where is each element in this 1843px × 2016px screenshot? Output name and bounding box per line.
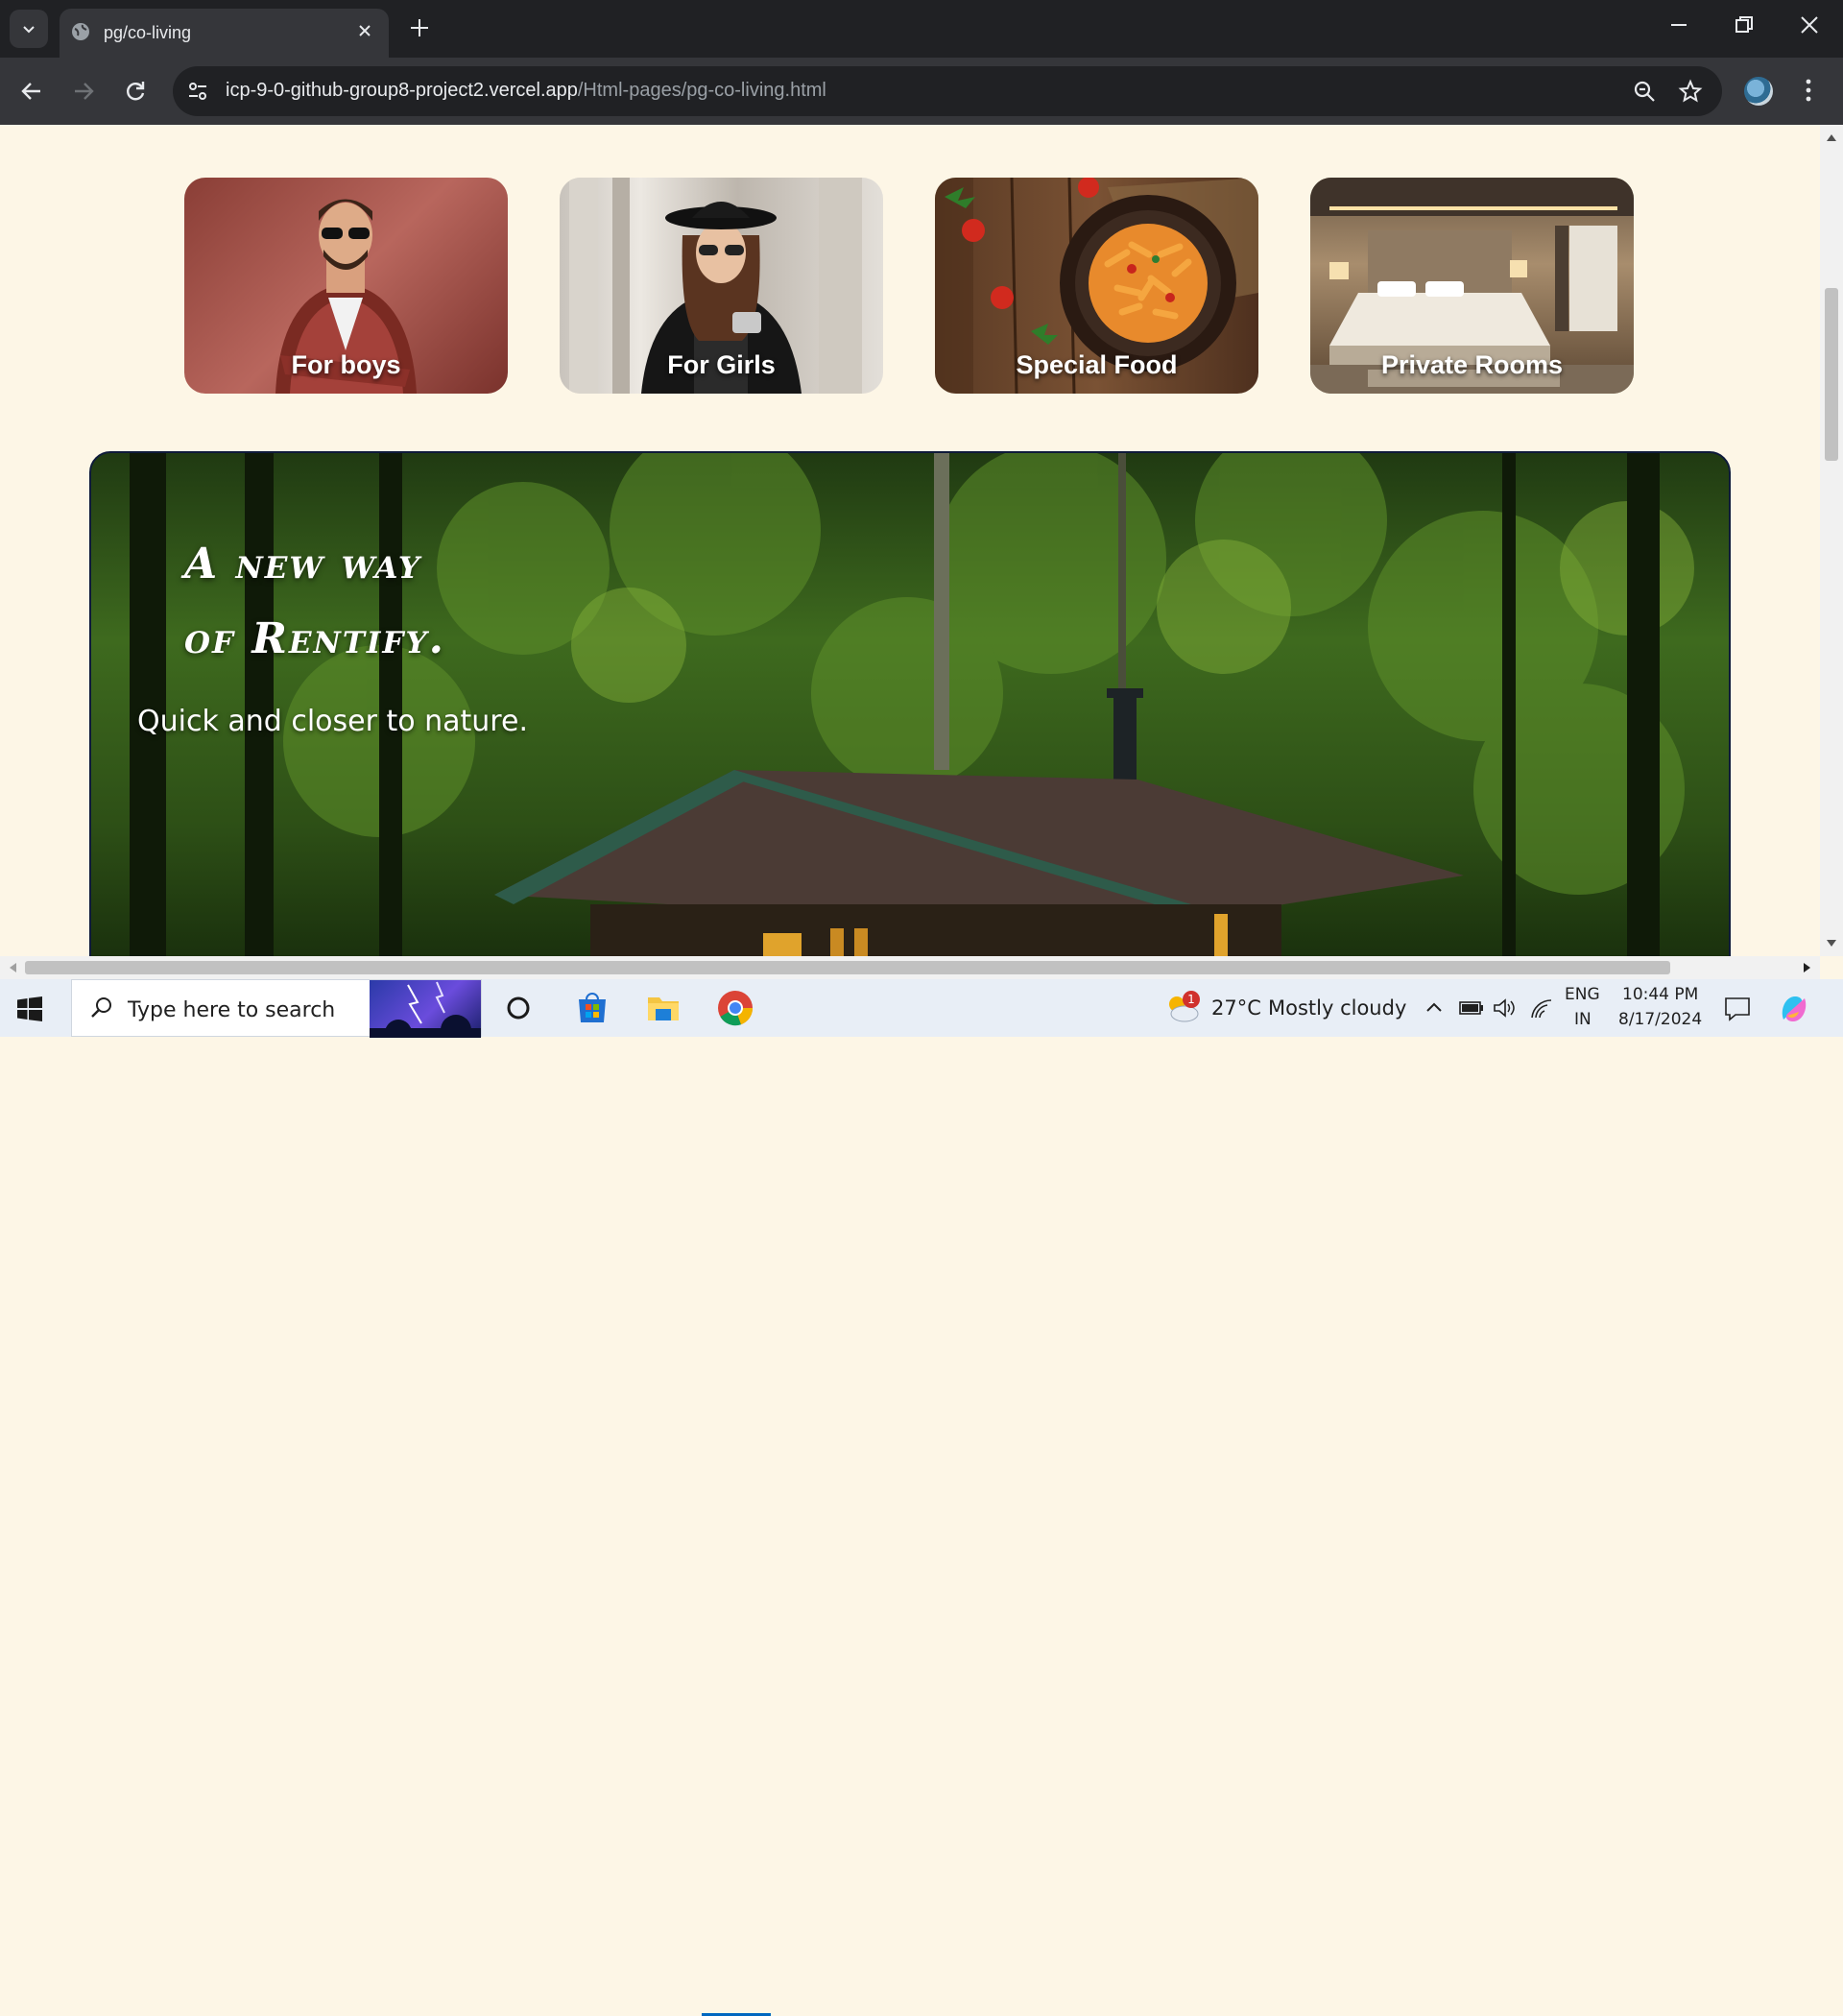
browser-toolbar: icp-9-0-github-group8-project2.vercel.ap… <box>0 58 1843 125</box>
taskbar-search[interactable]: Type here to search <box>71 979 482 1046</box>
clock-time[interactable]: 10:44 PM <box>1622 985 1698 1004</box>
close-tab-icon[interactable] <box>354 20 375 41</box>
horizontal-scroll-thumb[interactable] <box>25 961 1670 974</box>
microsoft-store-icon <box>579 993 606 1022</box>
reload-icon[interactable] <box>123 79 148 104</box>
scroll-up-icon[interactable] <box>1826 132 1837 142</box>
search-highlight-image <box>370 980 481 1046</box>
site-settings-icon[interactable] <box>186 80 209 103</box>
task-view-button[interactable] <box>499 989 538 1027</box>
copilot-icon[interactable] <box>1778 993 1810 1025</box>
forward-icon[interactable] <box>71 79 96 104</box>
globe-icon <box>72 23 89 40</box>
chevron-up-icon[interactable] <box>1425 1000 1443 1014</box>
card-for-boys[interactable]: For boys <box>184 178 508 394</box>
volume-icon[interactable] <box>1493 998 1516 1018</box>
card-label: Special Food <box>1016 350 1178 379</box>
weather-badge: 1 <box>1183 991 1200 1008</box>
battery-icon[interactable] <box>1459 1000 1484 1016</box>
page-viewport: For boys For Girls Special Food Private … <box>0 125 1820 956</box>
language-line1[interactable]: ENG <box>1565 985 1600 1004</box>
profile-avatar[interactable] <box>1744 77 1773 106</box>
minimize-icon[interactable] <box>1667 13 1690 36</box>
new-tab-icon[interactable] <box>407 15 432 40</box>
menu-kebab-icon[interactable] <box>1803 77 1814 104</box>
vertical-scroll-thumb[interactable] <box>1825 288 1838 461</box>
hero-heading-line1: A new way <box>184 540 422 588</box>
back-icon[interactable] <box>19 79 44 104</box>
tab-strip: pg/co-living <box>0 0 1843 58</box>
search-icon <box>91 997 111 1018</box>
hero-subtitle: Quick and closer to nature. <box>137 705 528 738</box>
address-bar[interactable]: icp-9-0-github-group8-project2.vercel.ap… <box>173 66 1722 116</box>
windows-start-icon[interactable] <box>17 996 42 1021</box>
horizontal-scrollbar[interactable] <box>0 956 1820 979</box>
weather-description[interactable]: Mostly cloudy <box>1268 996 1406 1020</box>
close-window-icon[interactable] <box>1798 13 1821 36</box>
url-host: icp-9-0-github-group8-project2.vercel.ap… <box>226 80 578 101</box>
hero-banner: A new way of Rentify. Quick and closer t… <box>89 451 1731 956</box>
card-for-girls[interactable]: For Girls <box>560 178 883 394</box>
notification-icon[interactable] <box>1724 996 1751 1021</box>
card-private-rooms[interactable]: Private Rooms <box>1310 178 1634 394</box>
tab-search-button[interactable] <box>10 10 48 48</box>
scroll-right-icon[interactable] <box>1803 962 1812 973</box>
search-placeholder: Type here to search <box>128 998 336 1022</box>
card-label: For boys <box>291 350 401 379</box>
vertical-scrollbar[interactable] <box>1820 125 1843 956</box>
weather-temperature[interactable]: 27°C <box>1211 996 1261 1020</box>
zoom-icon[interactable] <box>1632 79 1657 104</box>
chevron-down-icon <box>23 26 35 34</box>
bookmark-star-icon[interactable] <box>1678 79 1703 104</box>
wifi-icon[interactable] <box>1530 998 1553 1020</box>
chrome-icon <box>718 991 754 1026</box>
restore-icon[interactable] <box>1733 13 1756 36</box>
card-label: For Girls <box>667 350 776 379</box>
folder-icon <box>648 997 679 1020</box>
scroll-left-icon[interactable] <box>8 962 17 973</box>
clock-date[interactable]: 8/17/2024 <box>1618 1010 1702 1029</box>
scroll-down-icon[interactable] <box>1826 939 1837 948</box>
browser-tab[interactable]: pg/co-living <box>60 9 389 58</box>
tab-title: pg/co-living <box>104 23 192 42</box>
language-line2[interactable]: IN <box>1574 1010 1592 1029</box>
file-explorer-button[interactable] <box>644 989 682 1027</box>
hero-heading-line2: of Rentify. <box>184 614 445 663</box>
card-label: Private Rooms <box>1380 350 1564 379</box>
url-path: /Html-pages/pg-co-living.html <box>577 80 826 101</box>
cortana-circle-icon <box>507 996 530 1020</box>
chrome-app-button[interactable] <box>716 989 754 1027</box>
store-app-button[interactable] <box>573 989 611 1027</box>
card-special-food[interactable]: Special Food <box>935 178 1258 394</box>
url-text: icp-9-0-github-group8-project2.vercel.ap… <box>226 80 826 102</box>
windows-taskbar: Type here to search 1 27°C Mostly cloudy… <box>0 979 1843 2016</box>
